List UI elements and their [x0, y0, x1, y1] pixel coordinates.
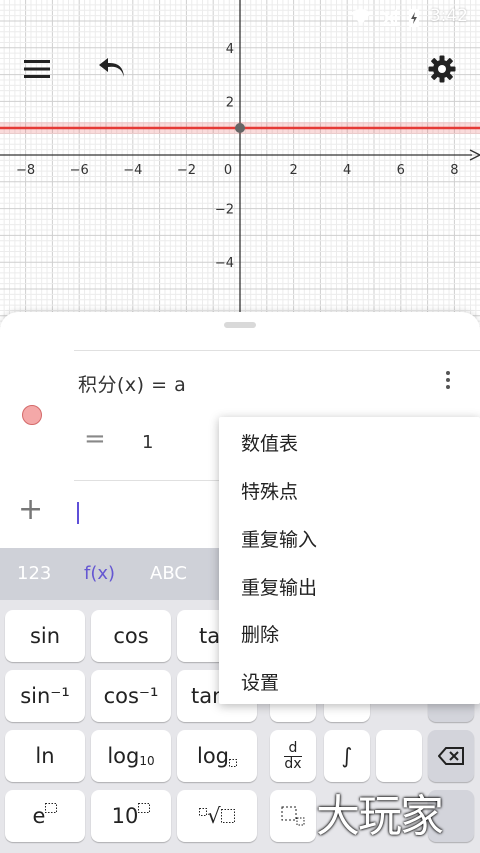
placeholder-box-icon — [220, 809, 235, 823]
key-label: log — [196, 744, 229, 768]
key-label: sin — [29, 624, 61, 648]
key-log10[interactable]: log 10 — [91, 730, 171, 782]
x-tick-label: −8 — [16, 163, 35, 178]
tab-functions[interactable]: f(x) — [84, 563, 115, 584]
derivative-numerator: d — [288, 739, 298, 756]
key-label: cos — [113, 624, 149, 648]
no-signal-icon — [380, 8, 397, 26]
visibility-toggle-dot[interactable] — [22, 405, 42, 425]
add-item-button[interactable]: + — [18, 492, 43, 527]
key-subscript[interactable] — [270, 790, 316, 842]
drag-handle[interactable] — [224, 322, 256, 328]
x-tick-label: −4 — [123, 163, 142, 178]
menu-item-delete[interactable]: 删除 — [241, 620, 279, 647]
undo-button[interactable] — [90, 47, 134, 91]
x-tick-label: −2 — [177, 163, 196, 178]
placeholder-box-icon — [229, 759, 237, 767]
status-bar: 3:42 — [0, 0, 480, 32]
watermark-logo: 大玩家 — [316, 791, 444, 842]
more-options-button[interactable] — [436, 368, 460, 398]
menu-item-special-points[interactable]: 特殊点 — [241, 477, 298, 504]
output-value: 1 — [142, 432, 154, 453]
x-tick-label: 8 — [450, 163, 458, 178]
y-tick-label: 4 — [226, 42, 234, 57]
placeholder-box-icon — [45, 803, 58, 813]
key-subscript: 10 — [139, 754, 155, 768]
key-arcsin[interactable]: sin⁻¹ — [5, 670, 85, 722]
key-label: ln — [35, 744, 55, 768]
tab-123[interactable]: 123 — [17, 563, 51, 584]
backspace-button[interactable] — [428, 730, 474, 782]
backspace-icon — [438, 747, 464, 765]
radical-icon: √ — [207, 804, 221, 828]
key-label: e — [32, 804, 46, 828]
equals-sign: = — [84, 424, 106, 454]
x-tick-label: 4 — [343, 163, 351, 178]
x-tick-label: 0 — [224, 163, 232, 178]
tab-abc[interactable]: ABC — [150, 563, 187, 584]
main-menu-button[interactable] — [15, 47, 59, 91]
derivative-denominator: dx — [284, 755, 302, 772]
key-ln[interactable]: ln — [5, 730, 85, 782]
settings-button[interactable] — [420, 47, 464, 91]
graphics-view[interactable]: −8 −6 −4 −2 0 2 4 6 8 4 2 −2 −4 — [0, 0, 480, 330]
menu-item-settings[interactable]: 设置 — [241, 668, 279, 695]
x-tick-label: −6 — [70, 163, 89, 178]
y-tick-label: −2 — [215, 203, 234, 218]
menu-item-table-of-values[interactable]: 数值表 — [241, 429, 298, 456]
placeholder-box-icon — [199, 808, 208, 816]
wifi-icon — [351, 9, 371, 25]
gear-icon — [428, 55, 456, 83]
clock: 3:42 — [429, 6, 468, 26]
key-nth-root[interactable]: √ — [177, 790, 257, 842]
key-log-base[interactable]: log — [177, 730, 257, 782]
key-label: log — [107, 744, 140, 768]
text-cursor — [77, 502, 79, 524]
point-on-y-axis[interactable] — [235, 123, 245, 133]
x-tick-label: 2 — [289, 163, 297, 178]
placeholder-box-icon — [138, 803, 151, 813]
menu-item-duplicate-input[interactable]: 重复输入 — [241, 525, 317, 552]
hamburger-icon — [24, 60, 50, 78]
key-cos[interactable]: cos — [91, 610, 171, 662]
key-derivative[interactable]: d dx — [270, 730, 316, 782]
key-label: cos⁻¹ — [103, 684, 159, 708]
divider — [74, 350, 480, 351]
function-definition[interactable]: 积分(x) = a — [78, 370, 186, 397]
x-tick-label: 6 — [397, 163, 405, 178]
key-label: sin⁻¹ — [20, 684, 70, 708]
y-tick-label: 2 — [226, 95, 234, 110]
key-sin[interactable]: sin — [5, 610, 85, 662]
key-arccos[interactable]: cos⁻¹ — [91, 670, 171, 722]
key-exp[interactable]: e — [5, 790, 85, 842]
subscript-icon — [281, 806, 305, 826]
context-menu: 数值表 特殊点 重复输入 重复输出 删除 设置 — [219, 417, 480, 704]
key-label: 10 — [111, 804, 139, 828]
undo-icon — [99, 58, 124, 77]
y-tick-label: −4 — [215, 256, 234, 271]
menu-item-duplicate-output[interactable]: 重复输出 — [241, 573, 317, 600]
key-power-of-ten[interactable]: 10 — [91, 790, 171, 842]
key-blank[interactable] — [376, 730, 422, 782]
battery-charging-icon — [409, 6, 419, 27]
key-integral[interactable]: ∫ — [324, 730, 370, 782]
coordinate-grid[interactable]: −8 −6 −4 −2 0 2 4 6 8 4 2 −2 −4 — [0, 0, 480, 330]
integral-icon: ∫ — [341, 744, 353, 768]
